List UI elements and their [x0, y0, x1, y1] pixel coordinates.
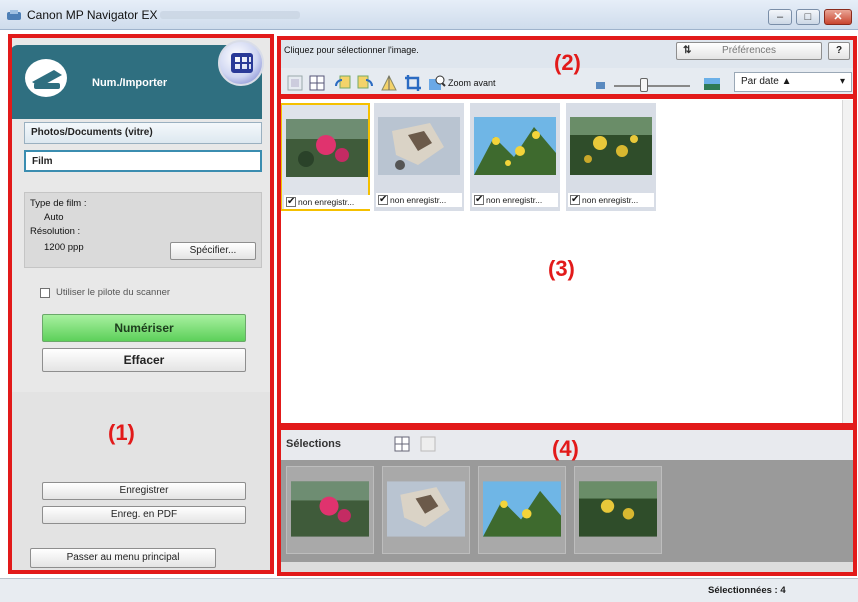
- use-driver-label: Utiliser le pilote du scanner: [56, 287, 171, 298]
- clear-button[interactable]: Effacer: [42, 348, 246, 372]
- thumbnail-card[interactable]: non enregistr...: [374, 103, 464, 211]
- thumbnail-card[interactable]: non enregistr...: [280, 103, 370, 211]
- region-label-3: (3): [548, 256, 575, 281]
- thumbnail-caption-text: non enregistr...: [582, 195, 639, 205]
- slider-track: [614, 85, 690, 87]
- select-all-icon[interactable]: [286, 74, 304, 92]
- click-hint-text: Cliquez pour sélectionner l'image.: [284, 45, 419, 55]
- save-pdf-button[interactable]: Enreg. en PDF: [42, 506, 246, 524]
- title-redaction: [160, 11, 300, 19]
- thumbnail-caption-text: non enregistr...: [298, 197, 355, 207]
- thumbnail-card[interactable]: non enregistr...: [470, 103, 560, 211]
- selected-count: Sélectionnées : 4: [708, 585, 786, 596]
- selected-thumbnail[interactable]: [286, 466, 374, 554]
- close-button[interactable]: ✕: [824, 9, 852, 25]
- small-image-icon: [596, 82, 605, 89]
- selected-image-yellow-flowers-sky: [483, 481, 561, 537]
- rotate-right-icon[interactable]: [356, 74, 374, 92]
- maximize-icon: □: [804, 11, 812, 23]
- thumbnail-caption: non enregistr...: [472, 193, 558, 207]
- thumbnail-checkbox[interactable]: [570, 193, 580, 207]
- thumbnail-card[interactable]: non enregistr...: [566, 103, 656, 211]
- selected-thumbnail[interactable]: [574, 466, 662, 554]
- help-button[interactable]: ?: [828, 42, 850, 60]
- region-label-1: (1): [108, 420, 135, 445]
- preferences-icon: ⇅: [683, 45, 692, 56]
- main-menu-button[interactable]: Passer au menu principal: [30, 548, 216, 568]
- use-driver-checkbox[interactable]: [40, 288, 50, 298]
- resolution-value: 1200 ppp: [44, 242, 84, 253]
- selections-clear-icon[interactable]: [420, 436, 436, 452]
- thumbnail-caption: non enregistr...: [376, 193, 462, 207]
- horizontal-scrollbar[interactable]: [280, 562, 854, 572]
- selected-image-cat: [387, 481, 465, 537]
- grid-icon: [231, 53, 253, 73]
- thumbnail-caption: non enregistr...: [568, 193, 654, 207]
- film-type-label: Type de film :: [30, 198, 87, 209]
- maximize-button[interactable]: □: [796, 9, 820, 25]
- mirror-icon[interactable]: [380, 74, 398, 92]
- thumbnail-caption-text: non enregistr...: [390, 195, 447, 205]
- thumbnail-caption-text: non enregistr...: [486, 195, 543, 205]
- film-type-value: Auto: [44, 212, 64, 223]
- grid-view-icon[interactable]: [308, 74, 326, 92]
- source-film-button[interactable]: Film: [24, 150, 262, 172]
- preferences-button[interactable]: ⇅ Préférences: [676, 42, 822, 60]
- specify-button[interactable]: Spécifier...: [170, 242, 256, 260]
- slider-thumb[interactable]: [640, 78, 648, 92]
- sort-dropdown[interactable]: Par date ▲ ▾: [734, 72, 852, 92]
- thumbnail-checkbox[interactable]: [286, 195, 296, 209]
- resolution-label: Résolution :: [30, 226, 81, 237]
- scan-button[interactable]: Numériser: [42, 314, 246, 342]
- chevron-down-icon: ▾: [839, 76, 845, 87]
- thumbnail-image-red-flower: [286, 119, 368, 177]
- region-label-2: (2): [554, 50, 581, 75]
- sort-value: Par date ▲: [741, 76, 792, 87]
- selections-title: Sélections: [286, 438, 342, 450]
- save-button[interactable]: Enregistrer: [42, 482, 246, 500]
- selected-image-red-flower: [291, 481, 369, 537]
- vertical-scrollbar[interactable]: [842, 100, 854, 426]
- view-mode-globe-button[interactable]: [218, 40, 264, 86]
- title-bar: Canon MP Navigator EX – □ ✕: [0, 0, 858, 30]
- rotate-left-icon[interactable]: [334, 74, 352, 92]
- selections-grid-icon[interactable]: [394, 436, 410, 452]
- minimize-icon: –: [776, 11, 784, 23]
- thumbnail-checkbox[interactable]: [378, 193, 388, 207]
- large-image-icon: [704, 78, 720, 90]
- status-bar: Sélectionnées : 4: [0, 578, 858, 602]
- thumbnail-size-slider[interactable]: [612, 76, 692, 92]
- selected-thumbnail[interactable]: [478, 466, 566, 554]
- thumbnail-caption: non enregistr...: [284, 195, 370, 209]
- zoom-in-label[interactable]: Zoom avant: [448, 78, 496, 88]
- thumbnail-image-yellow-flowers-dark: [570, 117, 652, 175]
- close-icon: ✕: [833, 11, 843, 23]
- crop-icon[interactable]: [404, 74, 422, 92]
- selected-image-yellow-flowers-dark: [579, 481, 657, 537]
- app-icon: [7, 10, 21, 20]
- window-title: Canon MP Navigator EX: [27, 8, 158, 22]
- thumbnail-checkbox[interactable]: [474, 193, 484, 207]
- region-label-4: (4): [552, 436, 579, 461]
- preferences-label: Préférences: [722, 45, 776, 56]
- thumbnail-image-cat: [378, 117, 460, 175]
- zoom-in-icon[interactable]: [428, 74, 446, 92]
- scan-import-tab-label: Num./Importer: [92, 77, 168, 89]
- thumbnail-image-yellow-flowers-sky: [474, 117, 556, 175]
- source-photos-button[interactable]: Photos/Documents (vitre): [24, 122, 262, 144]
- minimize-button[interactable]: –: [768, 9, 792, 25]
- scanner-icon: [25, 59, 67, 97]
- selected-thumbnail[interactable]: [382, 466, 470, 554]
